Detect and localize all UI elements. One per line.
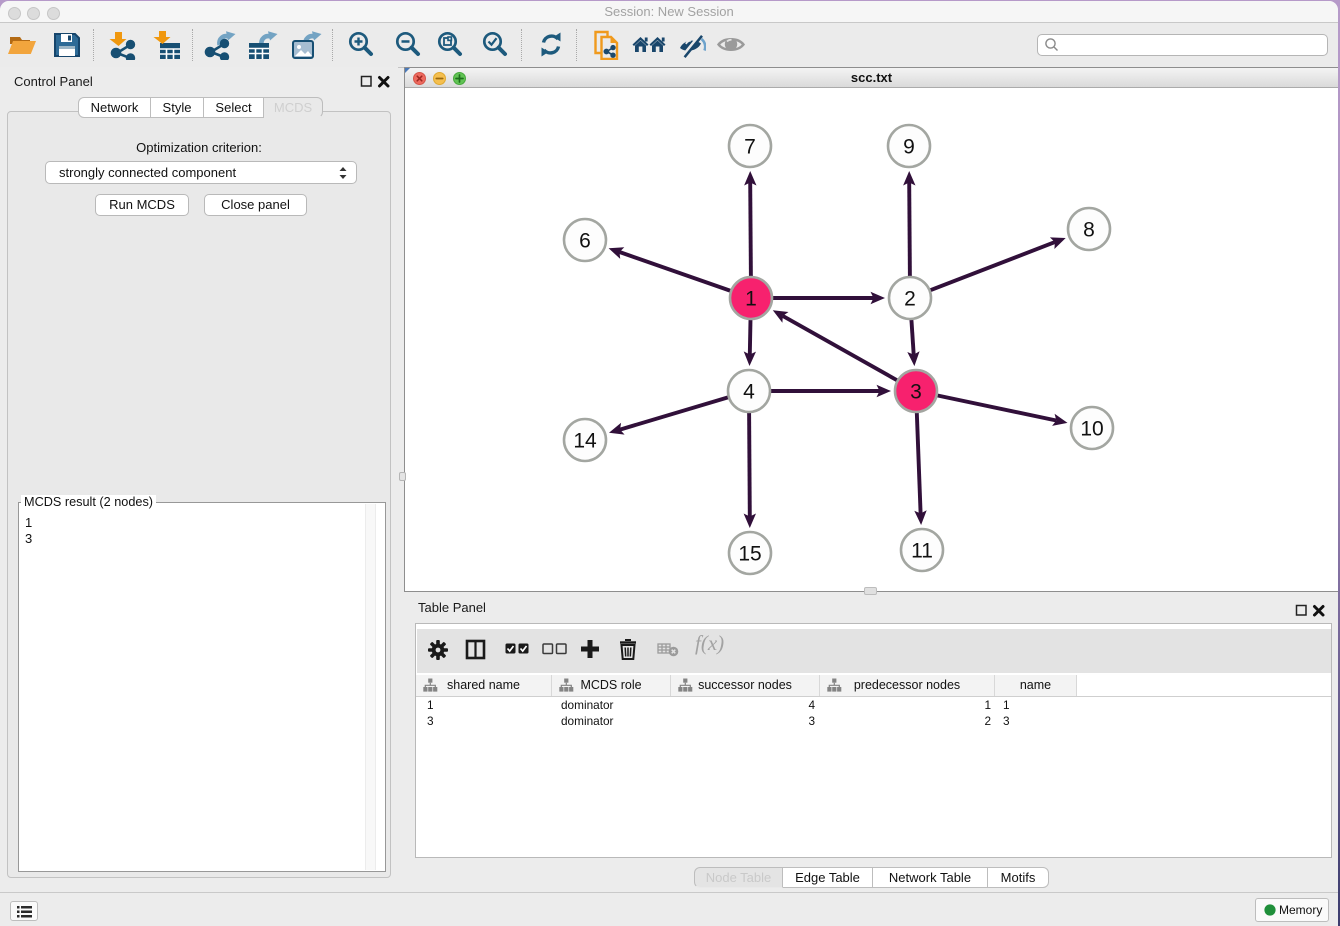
svg-text:7: 7 <box>744 136 756 159</box>
svg-text:9: 9 <box>903 136 915 159</box>
svg-text:6: 6 <box>579 230 591 253</box>
svg-text:8: 8 <box>1083 219 1095 242</box>
svg-text:3: 3 <box>910 381 922 404</box>
svg-text:15: 15 <box>738 543 761 566</box>
svg-text:11: 11 <box>911 540 933 563</box>
svg-text:2: 2 <box>904 288 916 311</box>
svg-text:14: 14 <box>573 430 597 453</box>
svg-text:4: 4 <box>743 381 755 404</box>
svg-text:1: 1 <box>745 288 757 311</box>
svg-text:10: 10 <box>1080 418 1103 441</box>
